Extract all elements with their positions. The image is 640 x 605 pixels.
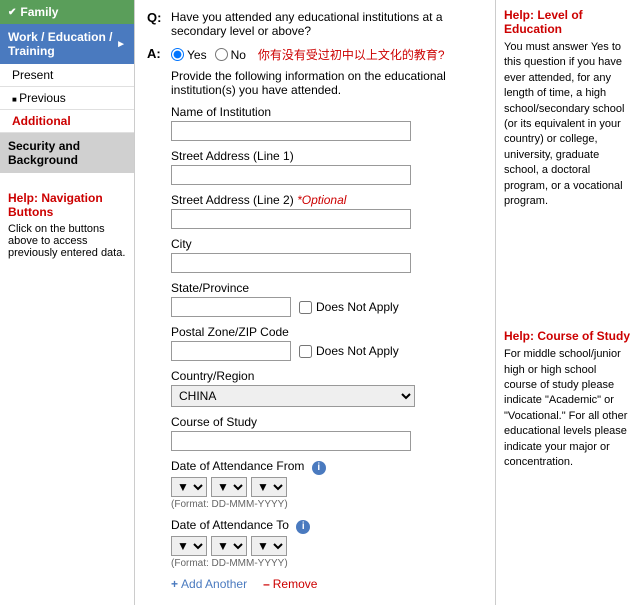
sidebar-item-additional[interactable]: Additional <box>0 110 134 133</box>
chinese-prompt: 你有没有受过初中以上文化的教育? <box>258 46 445 63</box>
help-nav-text: Click on the buttons above to access pre… <box>8 223 126 259</box>
yes-option[interactable]: Yes <box>171 48 207 62</box>
add-remove-row: + Add Another – Remove <box>171 577 483 591</box>
date-to-label: Date of Attendance To i <box>171 518 483 534</box>
a-label: A: <box>147 46 165 61</box>
help-course-text: For middle school/junior high or high sc… <box>504 347 632 470</box>
state-input[interactable] <box>171 297 291 317</box>
postal-label: Postal Zone/ZIP Code <box>171 325 483 339</box>
sidebar-item-family[interactable]: Family <box>0 0 134 24</box>
street2-input[interactable] <box>171 209 411 229</box>
street1-label: Street Address (Line 1) <box>171 149 483 163</box>
course-field: Course of Study <box>171 415 483 451</box>
help-level-title: Help: Level of Education <box>504 8 632 36</box>
institution-name-input[interactable] <box>171 121 411 141</box>
postal-does-not-apply-row: Does Not Apply <box>171 341 483 361</box>
date-to-info-icon[interactable]: i <box>296 520 310 534</box>
street1-input[interactable] <box>171 165 411 185</box>
form-container: Name of Institution Street Address (Line… <box>171 105 483 569</box>
help-panel: Help: Level of Education You must answer… <box>495 0 640 605</box>
postal-field: Postal Zone/ZIP Code Does Not Apply <box>171 325 483 361</box>
state-does-not-apply-row: Does Not Apply <box>171 297 483 317</box>
city-field: City <box>171 237 483 273</box>
state-does-not-apply-label: Does Not Apply <box>316 300 399 314</box>
no-label: No <box>231 48 246 62</box>
date-from-format: (Format: DD-MMM-YYYY) <box>171 499 483 510</box>
date-to-field: Date of Attendance To i ▼ ▼ ▼ (Format: D… <box>171 518 483 569</box>
date-from-day[interactable]: ▼ <box>171 477 207 497</box>
postal-does-not-apply-checkbox[interactable] <box>299 345 312 358</box>
optional-badge: *Optional <box>297 193 346 207</box>
sidebar-previous-label: Previous <box>19 91 66 105</box>
date-to-format: (Format: DD-MMM-YYYY) <box>171 558 483 569</box>
street2-label: Street Address (Line 2) *Optional <box>171 193 483 207</box>
date-to-row: ▼ ▼ ▼ <box>171 536 483 556</box>
help-nav-section: Help: Navigation Buttons Click on the bu… <box>0 183 134 267</box>
sidebar-item-work[interactable]: Work / Education / Training ► <box>0 24 134 64</box>
help-level-text: You must answer Yes to this question if … <box>504 40 632 209</box>
postal-input[interactable] <box>171 341 291 361</box>
country-label: Country/Region <box>171 369 483 383</box>
street1-field: Street Address (Line 1) <box>171 149 483 185</box>
question-block: Q: Have you attended any educational ins… <box>147 10 483 38</box>
add-another-label: Add Another <box>181 577 247 591</box>
state-does-not-apply-checkbox[interactable] <box>299 301 312 314</box>
no-radio[interactable] <box>215 48 228 61</box>
sidebar-item-previous[interactable]: Previous <box>0 87 134 110</box>
sidebar-item-security[interactable]: Security and Background <box>0 133 134 173</box>
sidebar-item-present[interactable]: Present <box>0 64 134 87</box>
sidebar-additional-label: Additional <box>12 114 71 128</box>
help-nav-title: Help: Navigation Buttons <box>8 191 126 219</box>
sidebar: Family Work / Education / Training ► Pre… <box>0 0 135 605</box>
state-field: State/Province Does Not Apply <box>171 281 483 317</box>
provide-text: Provide the following information on the… <box>171 69 483 97</box>
help-spacer <box>504 209 632 229</box>
remove-label: Remove <box>273 577 318 591</box>
sidebar-security-label: Security and Background <box>8 139 80 167</box>
date-to-year[interactable]: ▼ <box>251 536 287 556</box>
yes-radio[interactable] <box>171 48 184 61</box>
no-option[interactable]: No <box>215 48 246 62</box>
date-from-info-icon[interactable]: i <box>312 461 326 475</box>
postal-does-not-apply-label: Does Not Apply <box>316 344 399 358</box>
country-select[interactable]: CHINA <box>171 385 415 407</box>
street2-field: Street Address (Line 2) *Optional <box>171 193 483 229</box>
minus-icon: – <box>263 577 270 591</box>
add-another-link[interactable]: + Add Another <box>171 577 247 591</box>
radio-group: Yes No 你有没有受过初中以上文化的教育? <box>171 46 445 63</box>
date-from-month[interactable]: ▼ <box>211 477 247 497</box>
date-from-label: Date of Attendance From i <box>171 459 483 475</box>
main-content: Q: Have you attended any educational ins… <box>135 0 495 605</box>
question-text: Have you attended any educational instit… <box>171 10 483 38</box>
sidebar-present-label: Present <box>12 68 53 82</box>
state-label: State/Province <box>171 281 483 295</box>
chevron-right-icon: ► <box>116 39 126 50</box>
course-input[interactable] <box>171 431 411 451</box>
institution-name-label: Name of Institution <box>171 105 483 119</box>
plus-icon: + <box>171 577 178 591</box>
city-label: City <box>171 237 483 251</box>
country-field: Country/Region CHINA <box>171 369 483 407</box>
yes-label: Yes <box>187 48 207 62</box>
date-from-year[interactable]: ▼ <box>251 477 287 497</box>
remove-link[interactable]: – Remove <box>263 577 317 591</box>
date-to-month[interactable]: ▼ <box>211 536 247 556</box>
answer-block: A: Yes No 你有没有受过初中以上文化的教育? <box>147 46 483 63</box>
help-course-title: Help: Course of Study <box>504 329 632 343</box>
sidebar-work-label: Work / Education / Training <box>8 30 116 58</box>
sidebar-family-label: Family <box>20 5 58 19</box>
course-label: Course of Study <box>171 415 483 429</box>
date-from-field: Date of Attendance From i ▼ ▼ ▼ (Format:… <box>171 459 483 510</box>
date-to-day[interactable]: ▼ <box>171 536 207 556</box>
city-input[interactable] <box>171 253 411 273</box>
date-from-row: ▼ ▼ ▼ <box>171 477 483 497</box>
q-label: Q: <box>147 10 165 38</box>
institution-name-field: Name of Institution <box>171 105 483 141</box>
